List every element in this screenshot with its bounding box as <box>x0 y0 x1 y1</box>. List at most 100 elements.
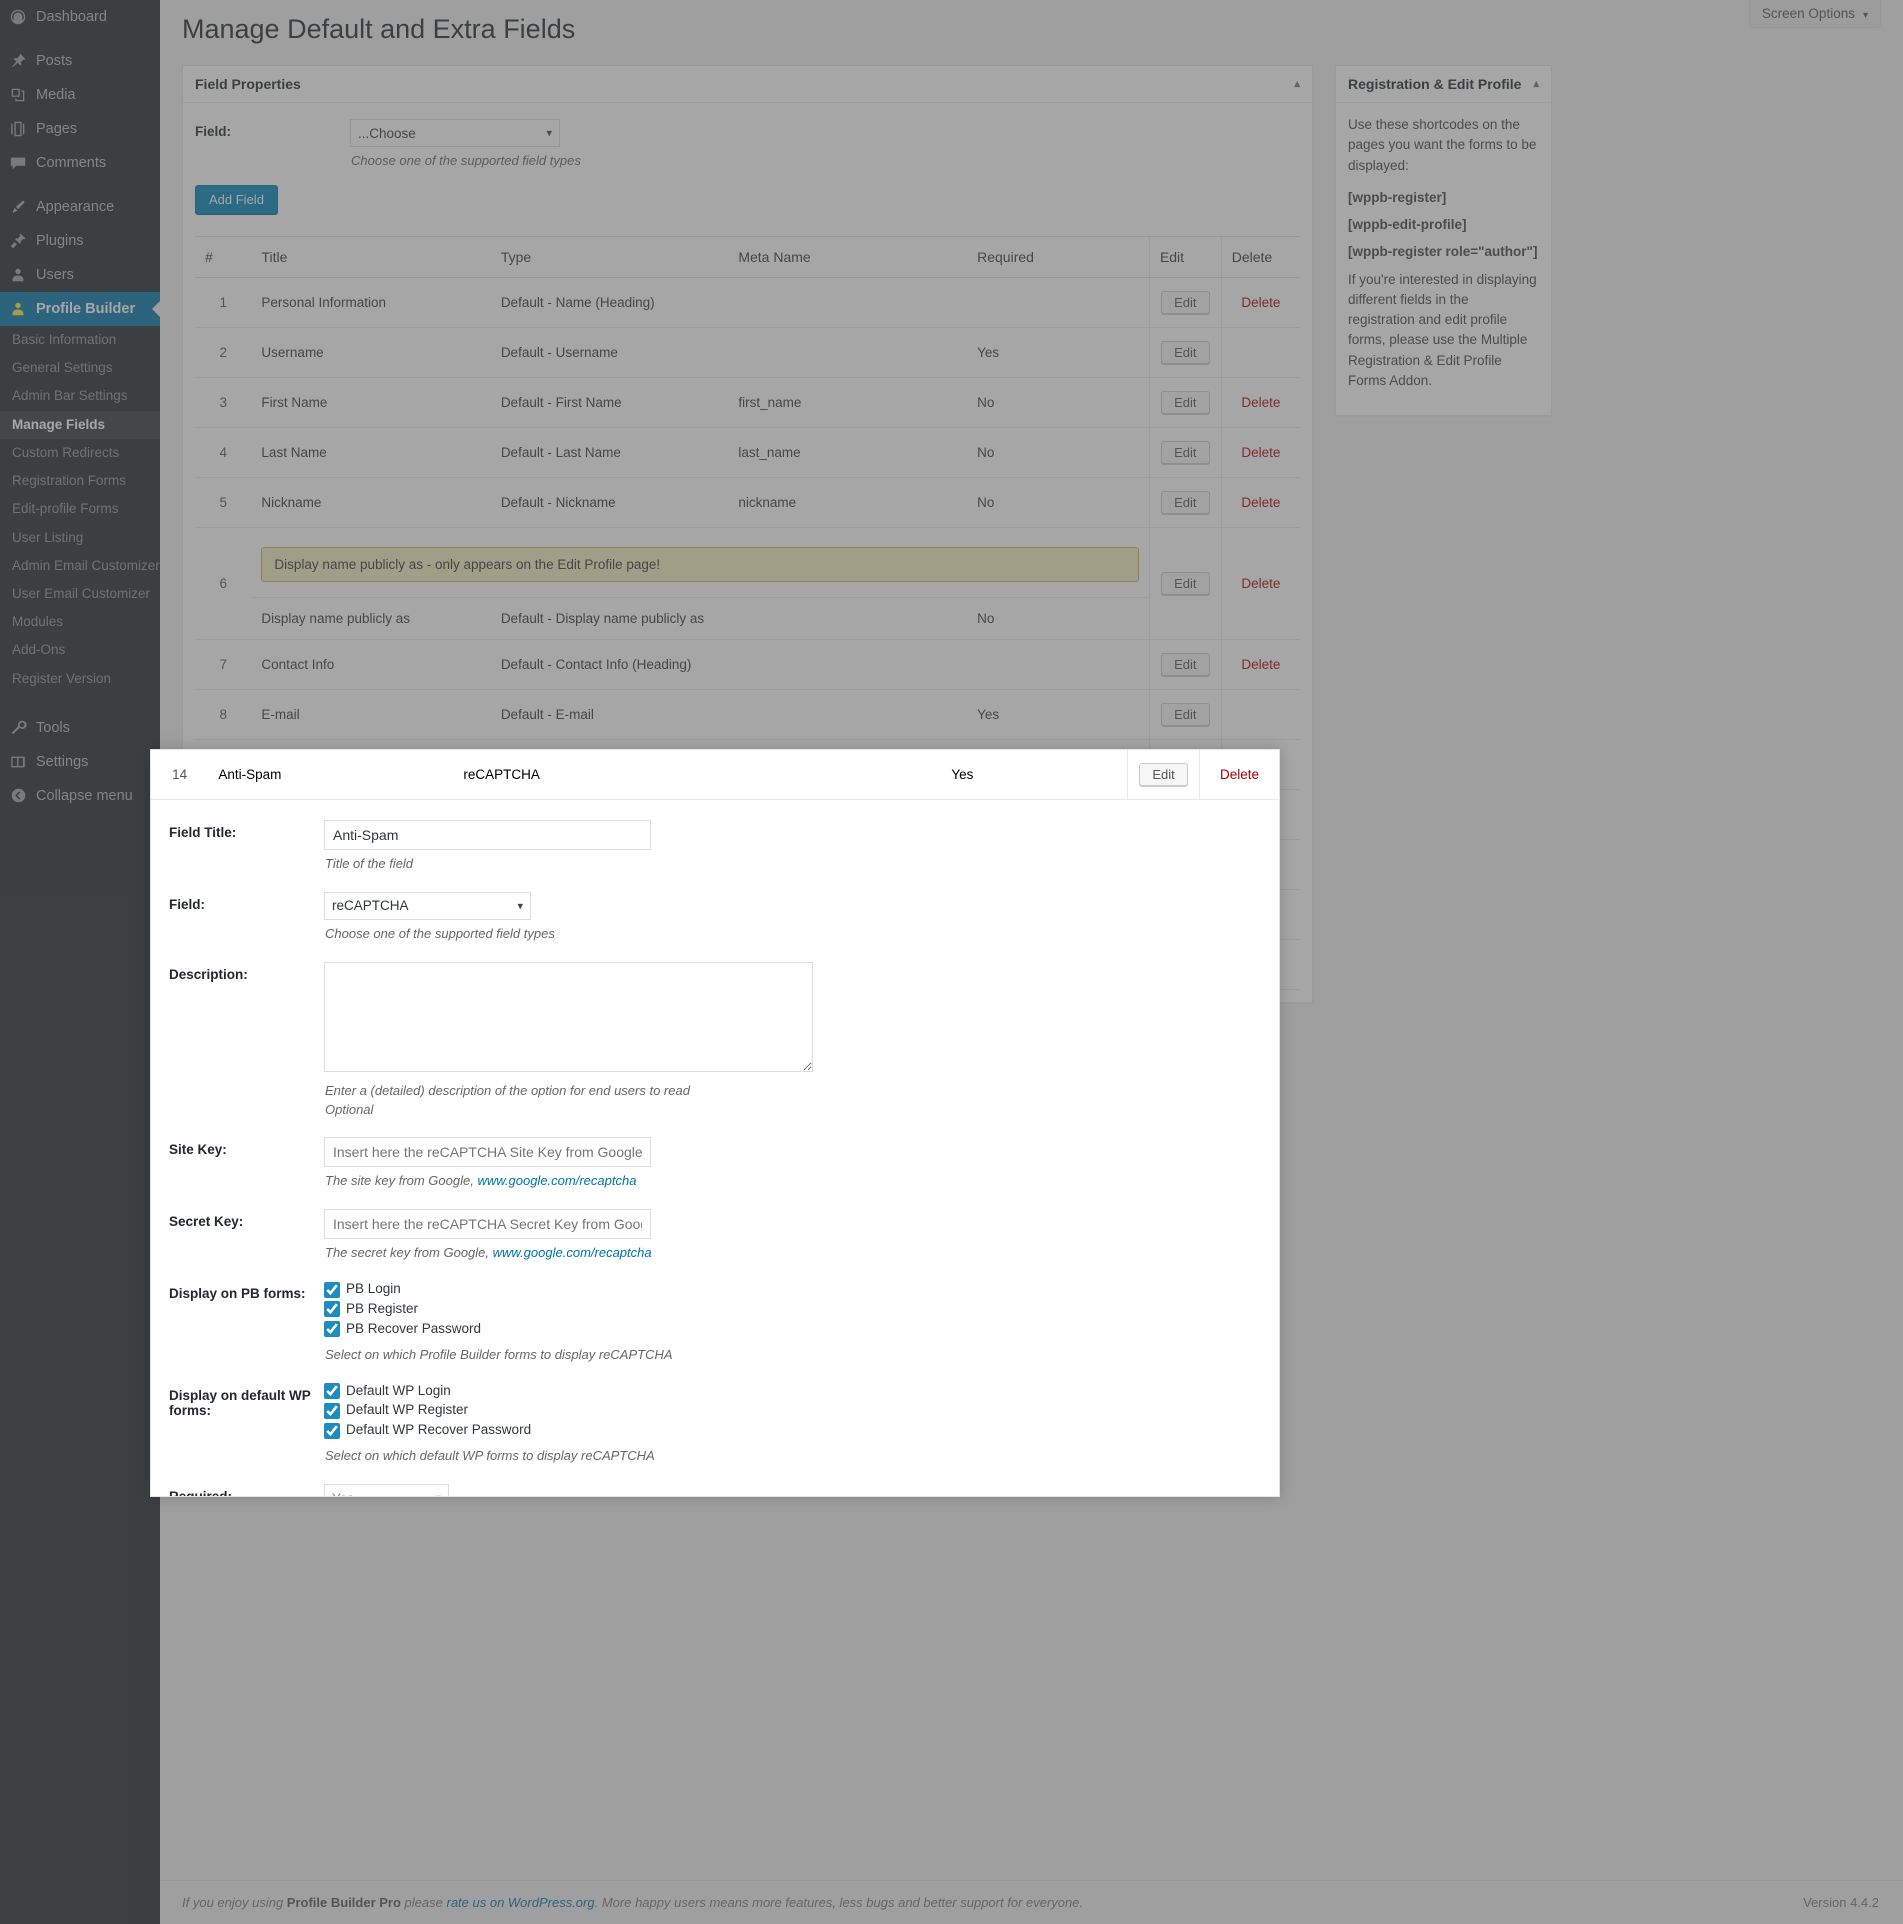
delete-link[interactable]: Delete <box>1241 295 1280 310</box>
submenu-item-add-ons[interactable]: Add-Ons <box>0 636 160 664</box>
edit-button[interactable]: Edit <box>1161 340 1210 364</box>
delete-link[interactable]: Delete <box>1241 657 1280 672</box>
sidebar-item-settings[interactable]: Settings <box>0 745 160 779</box>
secret-key-input[interactable] <box>324 1209 651 1240</box>
pb-login-checkbox[interactable] <box>324 1281 340 1298</box>
field-type-select[interactable]: ...Choose <box>350 119 560 148</box>
submenu-item-admin-email-customizer[interactable]: Admin Email Customizer <box>0 552 160 580</box>
required-select[interactable]: Yes <box>324 1484 449 1496</box>
checkbox-pb-register[interactable]: PB Register <box>324 1301 1261 1318</box>
header-title[interactable]: Title <box>251 235 491 278</box>
edit-button[interactable]: Edit <box>1161 490 1210 514</box>
description-hint-1: Enter a (detailed) description of the op… <box>325 1082 690 1098</box>
collapse-toggle-icon[interactable]: ▴ <box>1294 78 1300 90</box>
collapse-icon <box>0 787 36 804</box>
header-required[interactable]: Required <box>967 235 1150 278</box>
checkbox-default-wp-register[interactable]: Default WP Register <box>324 1402 1261 1419</box>
shortcode-register-role: [wppb-register role="author"] <box>1348 244 1538 260</box>
sidebar-item-users[interactable]: Users <box>0 258 160 292</box>
edit-button[interactable]: Edit <box>1161 571 1210 595</box>
site-key-link[interactable]: www.google.com/recaptcha <box>477 1173 636 1188</box>
footer-text: If you enjoy using Profile Builder Pro p… <box>182 1895 1083 1910</box>
shortcodes-outro: If you're interested in displaying diffe… <box>1348 271 1537 388</box>
field-type-row: Field: ...Choose Choose one of the suppo… <box>195 115 1300 171</box>
edit-button[interactable]: Edit <box>1139 763 1188 786</box>
row-edit-cell: Edit <box>1148 377 1222 428</box>
row-meta-name <box>728 597 968 640</box>
header-number[interactable]: # <box>195 235 252 278</box>
field-title-hint: Title of the field <box>325 856 414 871</box>
screen-options-button[interactable]: Screen Options ▾ <box>1748 0 1881 28</box>
default-wp-recover-password-checkbox[interactable] <box>324 1422 340 1439</box>
row-title: Anti-Spam <box>208 750 454 800</box>
field-title-input[interactable] <box>324 820 651 850</box>
submenu-item-admin-bar-settings[interactable]: Admin Bar Settings <box>0 382 160 410</box>
edit-button[interactable]: Edit <box>1161 390 1210 414</box>
footer-rate-link[interactable]: rate us on WordPress.org <box>446 1895 594 1910</box>
sidebar-item-pages[interactable]: Pages <box>0 112 160 146</box>
sidebar-item-comments[interactable]: Comments <box>0 146 160 180</box>
submenu-item-user-email-customizer[interactable]: User Email Customizer <box>0 580 160 608</box>
table-row: 1 Personal Information Default - Name (Hea… <box>195 277 1300 328</box>
sidebar-separator-1 <box>0 34 160 44</box>
checkbox-default-wp-login[interactable]: Default WP Login <box>324 1383 1261 1400</box>
row-required: No <box>967 427 1150 478</box>
row-meta-name: first_name <box>728 377 968 428</box>
field-title-row: Field Title: Title of the field <box>169 820 1261 874</box>
header-type[interactable]: Type <box>490 235 729 278</box>
submenu-item-general-settings[interactable]: General Settings <box>0 354 160 382</box>
submenu-item-registration-forms[interactable]: Registration Forms <box>0 467 160 495</box>
submenu-item-user-listing[interactable]: User Listing <box>0 524 160 552</box>
edit-button[interactable]: Edit <box>1161 702 1210 726</box>
delete-link[interactable]: Delete <box>1241 495 1280 510</box>
header-meta-name[interactable]: Meta Name <box>728 235 968 278</box>
default-wp-register-checkbox[interactable] <box>324 1402 340 1419</box>
delete-link[interactable]: Delete <box>1220 767 1259 782</box>
submenu-item-edit-profile-forms[interactable]: Edit-profile Forms <box>0 495 160 523</box>
row-delete-cell <box>1220 689 1300 740</box>
sidebar-item-posts[interactable]: Posts <box>0 44 160 78</box>
pb-recover-password-checkbox[interactable] <box>324 1321 340 1338</box>
field-type-label: Field: <box>169 896 205 912</box>
field-properties-header[interactable]: Field Properties ▴ <box>183 66 1312 104</box>
delete-link[interactable]: Delete <box>1241 445 1280 460</box>
submenu-item-manage-fields[interactable]: Manage Fields <box>0 410 160 439</box>
row-delete-cell: Delete <box>1220 527 1300 640</box>
collapse-toggle-icon[interactable]: ▴ <box>1533 78 1539 90</box>
side-panel-body: Use these shortcodes on the pages you wa… <box>1336 103 1551 415</box>
sidebar-item-dashboard[interactable]: Dashboard <box>0 0 160 34</box>
secret-key-link[interactable]: www.google.com/recaptcha <box>493 1245 652 1260</box>
sidebar-item-profile-builder[interactable]: Profile Builder <box>0 292 160 326</box>
row-meta-name <box>728 277 968 328</box>
edit-button[interactable]: Edit <box>1161 440 1210 464</box>
row-title: Display name publicly as <box>251 597 491 640</box>
field-type-row: Field: reCAPTCHA Choose one of the suppo… <box>169 891 1261 944</box>
edit-button[interactable]: Edit <box>1161 290 1210 314</box>
side-panel-header[interactable]: Registration & Edit Profile ▴ <box>1336 66 1551 104</box>
edit-button[interactable]: Edit <box>1161 652 1210 676</box>
pb-register-checkbox[interactable] <box>324 1301 340 1318</box>
description-textarea[interactable] <box>324 961 813 1072</box>
submenu-item-register-version[interactable]: Register Version <box>0 665 160 693</box>
checkbox-default-wp-recover-password[interactable]: Default WP Recover Password <box>324 1422 1261 1439</box>
sidebar-item-plugins[interactable]: Plugins <box>0 224 160 258</box>
sidebar-item-appearance[interactable]: Appearance <box>0 190 160 224</box>
field-type-select[interactable]: reCAPTCHA <box>324 891 531 920</box>
checkbox-pb-login[interactable]: PB Login <box>324 1281 1261 1298</box>
checkbox-pb-recover-password[interactable]: PB Recover Password <box>324 1321 1261 1338</box>
sidebar-item-label: Collapse menu <box>36 787 133 804</box>
secret-key-hint: The secret key from Google, www.google.c… <box>324 1239 1261 1263</box>
sidebar-item-collapse-menu[interactable]: Collapse menu <box>0 779 160 813</box>
default-wp-login-checkbox[interactable] <box>324 1382 340 1399</box>
delete-link[interactable]: Delete <box>1241 395 1280 410</box>
submenu-item-custom-redirects[interactable]: Custom Redirects <box>0 439 160 467</box>
delete-link[interactable]: Delete <box>1241 576 1280 591</box>
row-number: 14 <box>151 750 209 800</box>
table-row: 7 Contact Info Default - Contact Info (Hea… <box>195 639 1300 690</box>
site-key-input[interactable] <box>324 1137 651 1168</box>
submenu-item-basic-information[interactable]: Basic Information <box>0 326 160 354</box>
sidebar-item-tools[interactable]: Tools <box>0 711 160 745</box>
add-field-button[interactable]: Add Field <box>195 184 278 214</box>
submenu-item-modules[interactable]: Modules <box>0 608 160 636</box>
sidebar-item-media[interactable]: Media <box>0 78 160 112</box>
